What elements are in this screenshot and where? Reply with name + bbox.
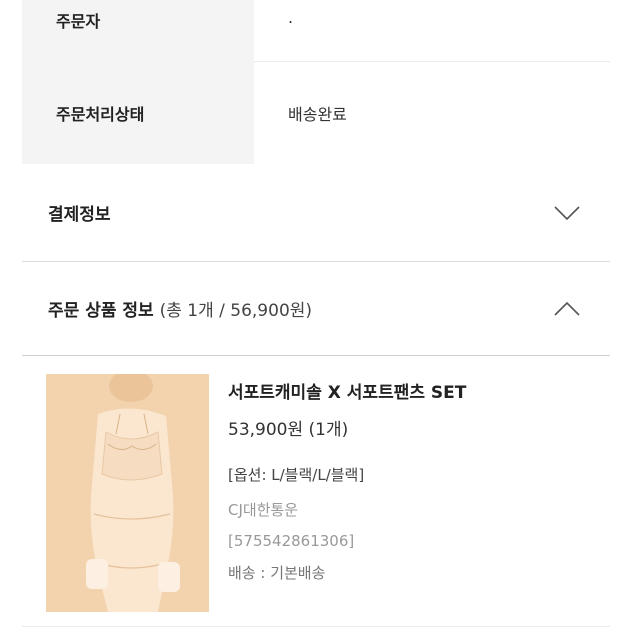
order-status-value: 배송완료 — [288, 105, 347, 124]
tracking-number[interactable]: [575542861306] — [228, 532, 608, 550]
order-products-title-group: 주문 상품 정보 (총 1개 / 56,900원) — [48, 296, 312, 321]
courier-name: CJ대한통운 — [228, 501, 299, 519]
orderer-label: 주문자 — [22, 0, 254, 62]
product-figure-image — [46, 374, 209, 612]
payment-info-title: 결제정보 — [48, 205, 111, 225]
product-details: 서포트캐미솔 X 서포트팬츠 SET 53,900원 (1개) [옵션: L/블… — [228, 374, 608, 583]
product-option: [옵션: L/블랙/L/블랙] — [228, 466, 365, 484]
orderer-row: 주문자 . — [22, 0, 610, 62]
payment-info-header[interactable]: 결제정보 — [22, 164, 610, 262]
chevron-down-icon[interactable] — [552, 203, 582, 223]
product-item[interactable]: 서포트캐미솔 X 서포트팬츠 SET 53,900원 (1개) [옵션: L/블… — [46, 374, 606, 614]
orderer-value: . — [254, 0, 610, 62]
order-status-row: 주문처리상태 배송완료 — [22, 62, 610, 164]
order-info-table: 주문자 . 주문처리상태 배송완료 — [22, 0, 610, 164]
bottom-divider — [22, 626, 610, 627]
product-thumbnail[interactable] — [46, 374, 209, 612]
order-status-label: 주문처리상태 — [22, 62, 254, 164]
product-name[interactable]: 서포트캐미솔 X 서포트팬츠 SET — [228, 378, 608, 403]
product-price: 53,900원 (1개) — [228, 420, 349, 440]
chevron-up-icon[interactable] — [552, 299, 582, 319]
order-products-summary: (총 1개 / 56,900원) — [159, 301, 313, 321]
order-products-title: 주문 상품 정보 — [48, 301, 154, 321]
shipping-type: 배송 : 기본배송 — [228, 564, 326, 582]
order-products-header[interactable]: 주문 상품 정보 (총 1개 / 56,900원) — [22, 262, 610, 356]
